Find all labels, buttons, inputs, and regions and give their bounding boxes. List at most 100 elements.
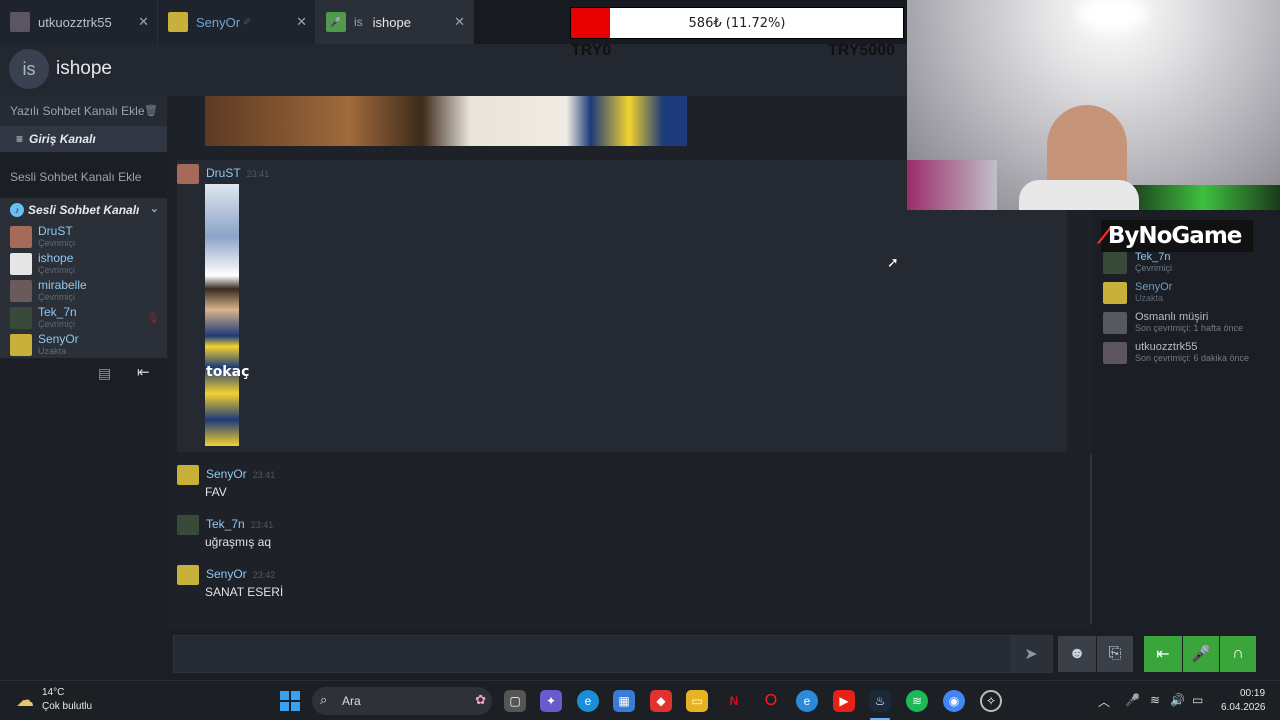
wifi-icon[interactable]: ≋ [1150,693,1160,707]
edge-icon[interactable]: e [577,690,599,712]
voice-member[interactable]: ishope Çevrimiçi [10,251,160,279]
avatar[interactable] [177,164,199,184]
voice-member[interactable]: SenyOr Uzakta [10,332,160,360]
logo-mark-icon: ⁄ [1103,223,1107,249]
emoji-button[interactable]: ☻ [1058,636,1096,672]
weather-condition[interactable]: Çok bulutlu [42,701,92,712]
add-voice-channel-button[interactable]: Sesli Sohbet Kanalı Ekle [10,170,141,184]
tab-utkuozztrk55[interactable]: utkuozztrk55 ✕ [0,0,158,44]
message-time: 23:42 [252,570,276,580]
leave-voice-icon[interactable]: ⇤ [137,363,150,381]
copilot-icon[interactable]: ✦ [540,690,562,712]
message-author[interactable]: DruST [206,166,241,180]
donation-max-label: TRY5000 [828,42,895,59]
calendar-icon[interactable]: ▤ [98,365,111,382]
friend-item[interactable]: Tek_7n Çevrimiçi [1101,250,1276,280]
member-name: ishope [38,251,74,265]
flower-decoration-icon: ✿ [475,692,486,707]
message-author[interactable]: SenyOr [206,567,247,581]
friend-name: Tek_7n [1135,251,1171,263]
volume-icon[interactable]: 🔊 [1170,693,1185,707]
file-explorer-icon[interactable]: ▭ [686,690,708,712]
friend-item[interactable]: Osmanlı müşiri Son çevrimiçi: 1 hafta ön… [1101,310,1276,340]
spotify-icon[interactable]: ≋ [906,690,928,712]
member-status: Çevrimiçi [38,319,75,329]
voice-member[interactable]: DruST Çevrimiçi [10,224,160,252]
microphone-button[interactable]: 🎤 [1183,636,1219,672]
send-button[interactable]: ➤ [1010,636,1052,672]
friend-item[interactable]: SenyOr Uzakta [1101,280,1276,310]
avatar[interactable] [177,465,199,485]
avatar [1103,342,1127,364]
voice-channel-header[interactable]: ♪ Sesli Sohbet Kanalı ⌄ [0,198,167,222]
friend-name: utkuozztrk55 [1135,341,1198,353]
microphone-icon[interactable]: 🎤 [1125,693,1140,707]
netflix-icon[interactable]: N [723,690,745,712]
shared-image[interactable] [205,184,239,446]
voice-tools: ▤ ⇤ [0,359,167,387]
friend-status: Uzakta [1135,293,1164,303]
weather-temperature[interactable]: 14°C [42,687,64,698]
task-view-icon[interactable]: ▢ [504,690,526,712]
youtube-icon[interactable]: ▶ [833,690,855,712]
message-time: 23:41 [246,169,270,179]
chat-header: is ishope [0,44,907,96]
close-icon[interactable]: ✕ [296,14,307,30]
clock-time[interactable]: 00:19 [1240,688,1265,699]
chrome-icon[interactable]: ◉ [943,690,965,712]
clock-date[interactable]: 6.04.2026 [1221,702,1266,713]
add-text-channel-button[interactable]: Yazılı Sohbet Kanalı Ekle [10,104,145,118]
chevron-down-icon[interactable]: ⌄ [150,202,159,215]
voice-channel-section: ♪ Sesli Sohbet Kanalı ⌄ DruST Çevrimiçi … [0,198,167,358]
avatar [10,226,32,248]
git-icon[interactable]: ◆ [650,690,672,712]
close-icon[interactable]: ✕ [138,14,149,30]
voice-member[interactable]: Tek_7n Çevrimiçi 🎙 [10,305,160,333]
windows-start-icon[interactable] [280,691,300,711]
tab-senyor[interactable]: SenyOr ✐ ✕ [158,0,316,44]
leave-voice-button[interactable]: ⇤ [1144,636,1182,672]
trash-icon[interactable]: 🗑 [144,104,158,117]
channel-item-welcome[interactable]: ≡ Giriş Kanalı [0,126,167,152]
tab-label: SenyOr [196,14,241,30]
tab-avatar [168,12,188,32]
app-icon[interactable]: ✧ [980,690,1002,712]
member-status: Çevrimiçi [38,265,75,275]
chat-scrollbar[interactable] [1090,454,1092,624]
message-input[interactable] [173,635,1053,673]
friend-status: Çevrimiçi [1135,263,1172,273]
chevron-up-icon[interactable]: ︿ [1098,693,1110,710]
tab-label: ishope [372,14,411,30]
browser-icon[interactable]: e [796,690,818,712]
tab-label: utkuozztrk55 [38,14,112,30]
shared-image[interactable] [205,96,687,146]
taskbar-search[interactable]: ⌕ Ara ✿ [312,687,492,715]
avatar [1103,282,1127,304]
avatar [10,307,32,329]
mic-icon: 🎤 [326,12,346,32]
headset-button[interactable]: ∩ [1220,636,1256,672]
steam-icon[interactable]: ♨ [869,690,891,712]
message-author[interactable]: SenyOr [206,467,247,481]
avatar[interactable] [177,515,199,535]
input-bar: ➤ ☻ ⎘ ⇤ 🎤 ∩ [167,628,1280,680]
page-title: ishope [56,58,112,79]
attach-button[interactable]: ⎘ [1097,636,1133,672]
voice-member[interactable]: mirabelle Çevrimiçi [10,278,160,306]
tab-ishope[interactable]: 🎤 is ishope ✕ [316,0,474,44]
avatar [10,280,32,302]
message-author[interactable]: Tek_7n [206,517,245,531]
friend-item[interactable]: utkuozztrk55 Son çevrimiçi: 6 dakika önc… [1101,340,1276,370]
image-caption: tokaç [206,364,250,380]
weather-cloud-icon[interactable]: ☁ [16,690,34,711]
battery-icon[interactable]: ▭ [1192,693,1203,707]
friend-name: Osmanlı müşiri [1135,311,1209,323]
search-icon: ⌕ [320,692,328,707]
member-status: Çevrimiçi [38,292,75,302]
store-icon[interactable]: ▦ [613,690,635,712]
tab-avatar [10,12,30,32]
close-icon[interactable]: ✕ [454,14,465,30]
brand-name: ByNoGame [1107,223,1243,249]
opera-icon[interactable]: O [760,690,782,712]
avatar[interactable] [177,565,199,585]
